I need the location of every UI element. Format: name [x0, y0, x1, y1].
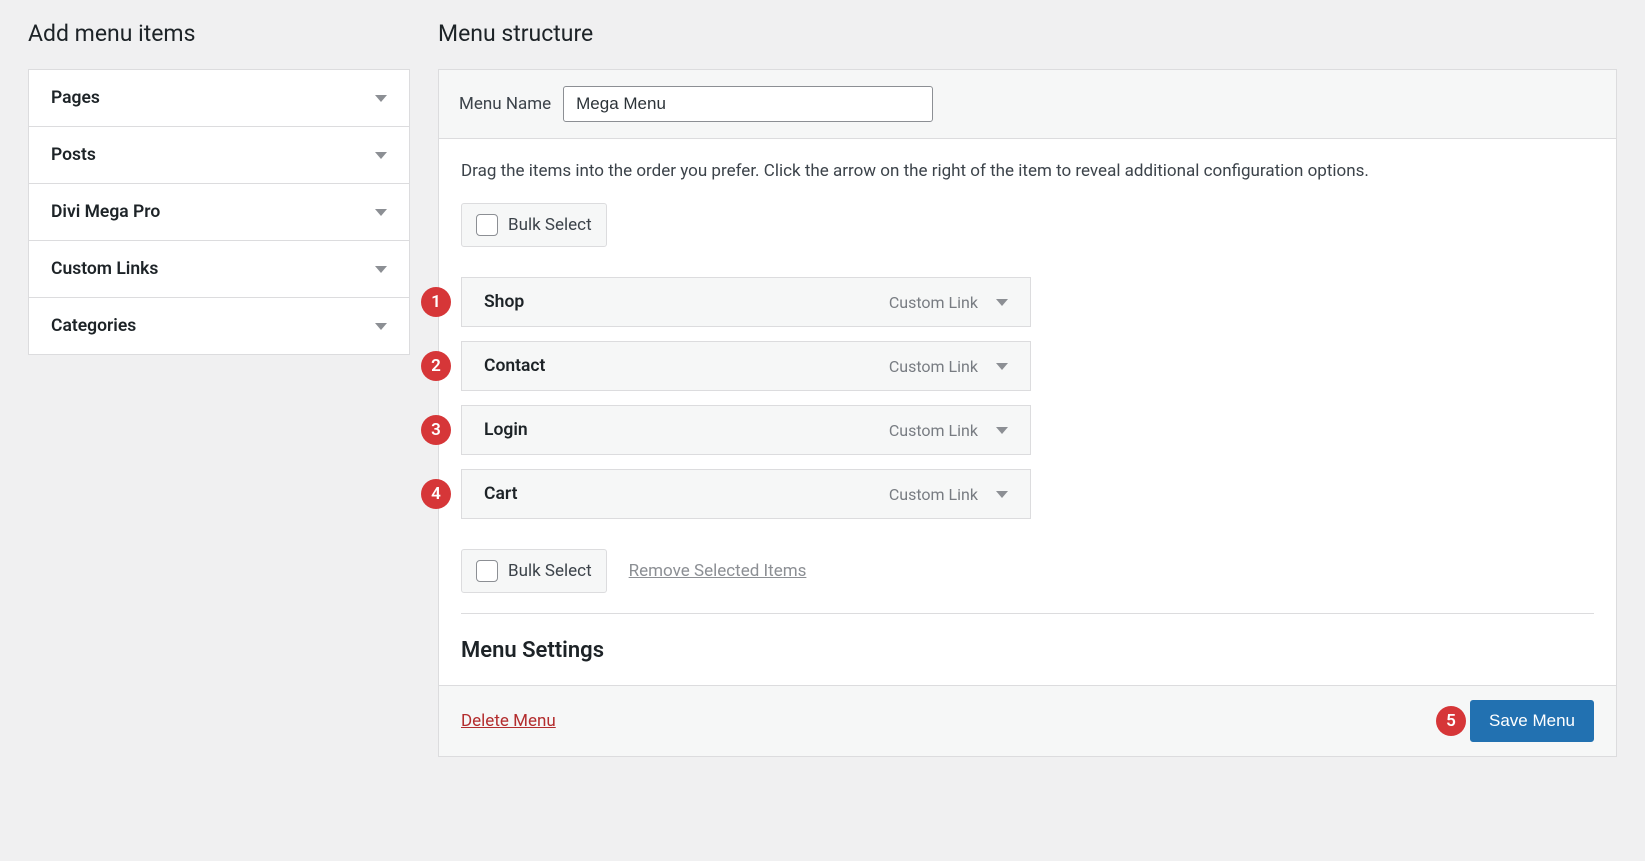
add-menu-items-heading: Add menu items	[28, 20, 410, 47]
caret-down-icon	[375, 95, 387, 102]
annotation-badge-5: 5	[1436, 706, 1466, 736]
bulk-select-checkbox[interactable]	[476, 560, 498, 582]
menu-item-login[interactable]: Login Custom Link	[461, 405, 1031, 455]
menu-item-contact[interactable]: Contact Custom Link	[461, 341, 1031, 391]
menu-item-title: Cart	[484, 484, 517, 504]
menu-item-type: Custom Link	[889, 293, 978, 312]
bulk-select-top[interactable]: Bulk Select	[461, 203, 607, 247]
menu-item-type: Custom Link	[889, 485, 978, 504]
menu-item-title: Contact	[484, 356, 545, 376]
menu-item-title: Shop	[484, 292, 524, 312]
caret-down-icon	[375, 266, 387, 273]
menu-structure-heading: Menu structure	[438, 20, 1617, 47]
annotation-badge-4: 4	[421, 479, 451, 509]
caret-down-icon	[375, 323, 387, 330]
accordion-label: Custom Links	[51, 259, 158, 279]
accordion-divi-mega-pro[interactable]: Divi Mega Pro	[29, 184, 409, 241]
bulk-select-checkbox[interactable]	[476, 214, 498, 236]
bulk-select-bottom[interactable]: Bulk Select	[461, 549, 607, 593]
menu-item-cart[interactable]: Cart Custom Link	[461, 469, 1031, 519]
menu-structure-panel: Menu Name Drag the items into the order …	[438, 69, 1617, 757]
delete-menu-link[interactable]: Delete Menu	[461, 711, 556, 731]
menu-settings-heading: Menu Settings	[461, 638, 1594, 663]
save-menu-button[interactable]: Save Menu	[1470, 700, 1594, 742]
source-accordion: Pages Posts Divi Mega Pro Custom Links C…	[28, 69, 410, 355]
panel-header: Menu Name	[439, 70, 1616, 139]
menu-items-list: 1 Shop Custom Link 2 Contact	[461, 277, 1594, 519]
accordion-label: Posts	[51, 145, 96, 165]
menu-name-label: Menu Name	[459, 94, 551, 114]
caret-down-icon[interactable]	[996, 427, 1008, 434]
caret-down-icon[interactable]	[996, 363, 1008, 370]
menu-item-shop[interactable]: Shop Custom Link	[461, 277, 1031, 327]
menu-item-title: Login	[484, 420, 528, 440]
caret-down-icon[interactable]	[996, 491, 1008, 498]
caret-down-icon	[375, 209, 387, 216]
bulk-select-label: Bulk Select	[508, 561, 592, 581]
menu-name-input[interactable]	[563, 86, 933, 122]
accordion-posts[interactable]: Posts	[29, 127, 409, 184]
menu-item-type: Custom Link	[889, 357, 978, 376]
accordion-label: Divi Mega Pro	[51, 202, 160, 222]
annotation-badge-3: 3	[421, 415, 451, 445]
accordion-label: Pages	[51, 88, 100, 108]
remove-selected-link: Remove Selected Items	[629, 561, 807, 581]
accordion-custom-links[interactable]: Custom Links	[29, 241, 409, 298]
instructions-text: Drag the items into the order you prefer…	[461, 161, 1594, 181]
accordion-pages[interactable]: Pages	[29, 70, 409, 127]
annotation-badge-1: 1	[421, 287, 451, 317]
menu-item-type: Custom Link	[889, 421, 978, 440]
divider	[461, 613, 1594, 614]
accordion-label: Categories	[51, 316, 136, 336]
panel-footer: Delete Menu 5 Save Menu	[439, 685, 1616, 756]
caret-down-icon	[375, 152, 387, 159]
bulk-select-label: Bulk Select	[508, 215, 592, 235]
accordion-categories[interactable]: Categories	[29, 298, 409, 354]
caret-down-icon[interactable]	[996, 299, 1008, 306]
annotation-badge-2: 2	[421, 351, 451, 381]
